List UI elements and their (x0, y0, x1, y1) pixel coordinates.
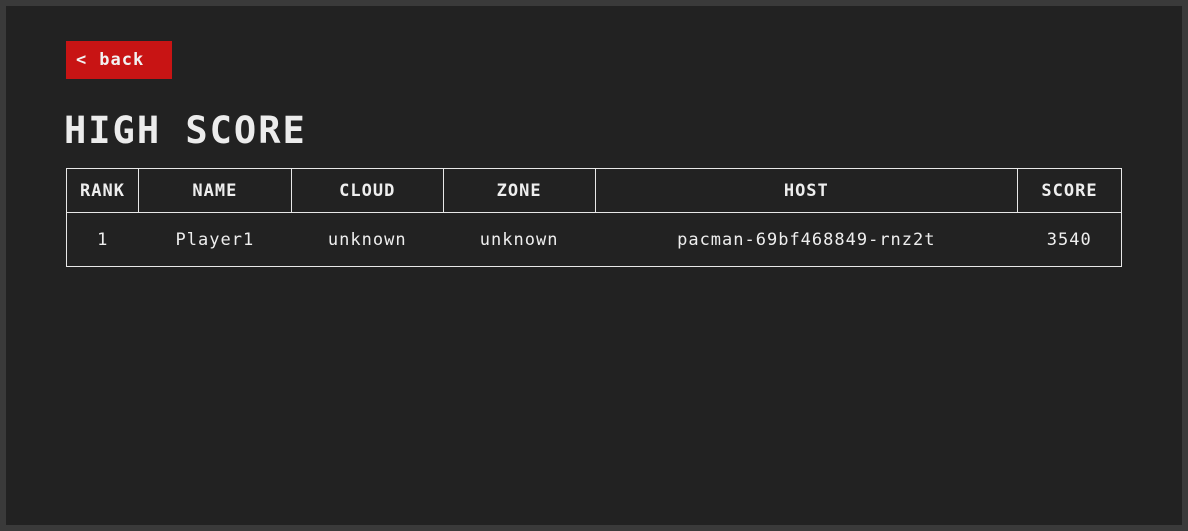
back-button[interactable]: < back (66, 41, 172, 79)
high-score-table: RANK NAME CLOUD ZONE HOST SCORE 1 Player… (66, 168, 1122, 267)
header-name: NAME (137, 168, 292, 213)
table-row: 1 Player1 unknown unknown pacman-69bf468… (66, 212, 1122, 267)
header-zone: ZONE (442, 168, 596, 213)
header-host: HOST (594, 168, 1019, 213)
cell-cloud: unknown (291, 212, 444, 267)
back-button-label: back (99, 50, 145, 70)
chevron-left-icon: < (76, 50, 88, 70)
table-header-row: RANK NAME CLOUD ZONE HOST SCORE (66, 168, 1122, 213)
page-title: HIGH SCORE (64, 109, 307, 152)
cell-name: Player1 (138, 212, 292, 267)
cell-score: 3540 (1017, 212, 1122, 267)
cell-rank: 1 (66, 212, 139, 267)
cell-host: pacman-69bf468849-rnz2t (595, 212, 1018, 267)
cell-zone: unknown (443, 212, 596, 267)
header-cloud: CLOUD (290, 168, 444, 213)
game-screen: < back HIGH SCORE RANK NAME CLOUD ZONE H… (6, 6, 1182, 525)
header-rank: RANK (66, 168, 139, 213)
header-score: SCORE (1017, 168, 1122, 213)
